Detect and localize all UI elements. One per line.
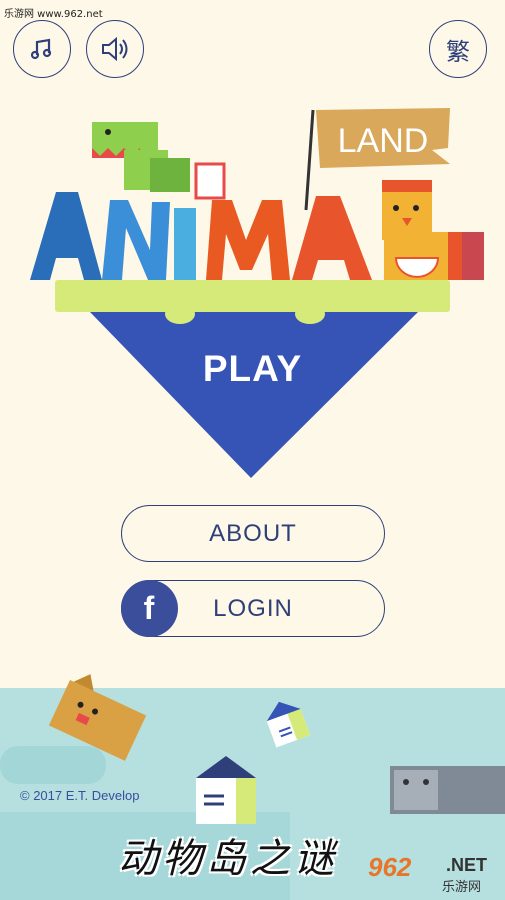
floating-house-small <box>266 701 311 748</box>
watermark-brand-net: .NET <box>446 855 488 875</box>
watermark-top-text: 乐游网 www.962.net <box>4 9 103 20</box>
watermark-brand: 962 .NET 乐游网 <box>368 852 500 896</box>
play-triangle[interactable] <box>90 304 418 478</box>
music-toggle-button[interactable] <box>13 20 71 78</box>
flag-text: LAND <box>338 122 429 160</box>
island-grass <box>55 280 450 312</box>
watermark-brand-cn: 乐游网 <box>442 880 482 895</box>
hippo-figure <box>390 766 505 814</box>
language-label: 繁 <box>446 37 470 66</box>
language-toggle-button[interactable]: 繁 <box>429 20 487 78</box>
game-logo: LAND <box>30 108 484 478</box>
game-title-caption: 动物岛之谜 <box>118 836 338 882</box>
watermark-brand-number: 962 <box>368 852 412 882</box>
login-label: LOGIN <box>213 594 293 622</box>
play-button[interactable]: PLAY <box>0 348 505 390</box>
copyright-text: © 2017 E.T. Develop <box>20 788 140 803</box>
about-button[interactable]: ABOUT <box>121 505 385 562</box>
chicken-figure <box>382 180 484 280</box>
login-button[interactable]: f LOGIN <box>121 580 385 637</box>
speaker-icon <box>102 36 128 62</box>
animal-wordmark <box>30 192 372 280</box>
floating-house-large <box>196 756 256 824</box>
about-label: ABOUT <box>209 519 297 547</box>
sound-toggle-button[interactable] <box>86 20 144 78</box>
crocodile-figure <box>92 122 190 192</box>
music-note-icon <box>30 38 52 60</box>
facebook-icon: f <box>121 580 178 637</box>
